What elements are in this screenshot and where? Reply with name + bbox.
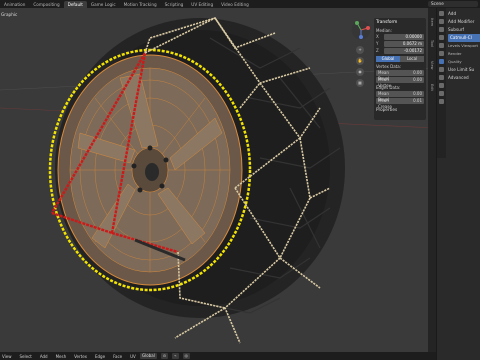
- median-z-field[interactable]: -0.00172: [384, 48, 424, 54]
- sidebar-tab-edit[interactable]: Edit: [430, 84, 434, 91]
- tab-motion-tracking[interactable]: Motion Tracking: [120, 1, 161, 8]
- snap-magnet-icon[interactable]: ⌁: [172, 353, 179, 359]
- menu-add[interactable]: Add: [40, 354, 48, 359]
- y-key: Y: [376, 41, 379, 46]
- pivot-icon[interactable]: ⊙: [160, 353, 169, 359]
- transform-orientation: Global ⊙ ⌁ ◎: [140, 353, 191, 359]
- z-key: Z: [376, 48, 379, 53]
- zoom-icon[interactable]: +: [356, 46, 364, 54]
- x-key: X: [376, 34, 379, 39]
- field-label: Mean Vertex: [378, 77, 391, 88]
- viewport-scene: [0, 16, 436, 344]
- tool-icon[interactable]: [439, 11, 444, 16]
- field-label: Mean Bevel: [378, 91, 390, 102]
- field-label: Mean Bevel: [378, 70, 390, 81]
- panel-header[interactable]: Transform: [376, 20, 424, 26]
- render-levels-field[interactable]: Render: [448, 50, 480, 58]
- transform-panel: Transform Median: X 0.00000 Y 0.0672 m Z…: [374, 18, 426, 120]
- use-limit-surface-checkbox[interactable]: Use Limit Su: [448, 66, 480, 74]
- workspace-tabs-bar: Animation Compositing Default Game Logic…: [0, 0, 480, 8]
- material-icon[interactable]: [439, 99, 444, 104]
- tab-compositing[interactable]: Compositing: [29, 1, 63, 8]
- levels-viewport-field[interactable]: Levels Viewport: [448, 42, 480, 50]
- quality-field[interactable]: Quality: [448, 58, 480, 66]
- data-icon[interactable]: [439, 91, 444, 96]
- constraints-icon[interactable]: [439, 83, 444, 88]
- properties-header[interactable]: Properties: [376, 107, 424, 112]
- advanced-section[interactable]: Advanced: [448, 74, 480, 82]
- tab-game-logic[interactable]: Game Logic: [87, 1, 120, 8]
- vertex-weight-field[interactable]: Mean Vertex 0.00: [376, 77, 424, 88]
- hub-cap: [145, 163, 159, 181]
- proportional-edit-icon[interactable]: ◎: [182, 353, 191, 359]
- sidebar-tab-view[interactable]: View: [430, 61, 434, 70]
- physics-icon[interactable]: [439, 75, 444, 80]
- properties-editor: Add Add Modifier Subsurf Catmull-Cl Leve…: [436, 8, 480, 360]
- menu-select[interactable]: Select: [20, 354, 32, 359]
- field-value: 0.00: [413, 91, 422, 96]
- menu-edge[interactable]: Edge: [95, 354, 105, 359]
- tab-video-editing[interactable]: Video Editing: [217, 1, 253, 8]
- 3d-viewport[interactable]: Graphic + ✋ ◉ ▦ Transform Median: X 0.00…: [0, 8, 436, 352]
- modifier-stack: Add Add Modifier Subsurf Catmull-Cl Leve…: [448, 10, 480, 82]
- pan-hand-icon[interactable]: ✋: [356, 57, 364, 65]
- global-toggle[interactable]: Global: [376, 56, 400, 62]
- median-z-row: Z -0.00172: [376, 48, 424, 54]
- edge-crease-field[interactable]: Mean Crease 0.01: [376, 98, 424, 109]
- view-mode-label: Graphic: [1, 12, 18, 17]
- field-label: Mean Crease: [378, 98, 392, 109]
- tab-default[interactable]: Default: [63, 0, 87, 8]
- sidebar-tab-item[interactable]: Item: [430, 18, 434, 26]
- modifier-wrench-icon[interactable]: [439, 59, 444, 64]
- render-icon[interactable]: [439, 19, 444, 24]
- field-value: 0.01: [413, 98, 422, 103]
- menu-mesh[interactable]: Mesh: [56, 354, 67, 359]
- add-label: Add: [448, 11, 457, 16]
- camera-icon[interactable]: ◉: [356, 68, 364, 76]
- catmull-clark-button[interactable]: Catmull-Cl: [448, 34, 480, 42]
- tab-animation[interactable]: Animation: [0, 1, 29, 8]
- tab-uv-editing[interactable]: UV Editing: [187, 1, 217, 8]
- vertex-bevel-field[interactable]: Mean Bevel 0.00: [376, 70, 424, 81]
- median-y-row: Y 0.0672 m: [376, 41, 424, 47]
- viewport-header-bar: View Select Add Mesh Vertex Edge Face UV…: [0, 352, 436, 360]
- scene-selector[interactable]: Scene: [428, 1, 478, 7]
- edge-data-label: Edges Data:: [376, 85, 401, 90]
- orientation-dropdown[interactable]: Global: [140, 353, 157, 359]
- median-x-row: X 0.00000: [376, 34, 424, 40]
- edge-bevel-field[interactable]: Mean Bevel 0.00: [376, 91, 424, 102]
- world-icon[interactable]: [439, 43, 444, 48]
- output-icon[interactable]: [439, 27, 444, 32]
- add-modifier-dropdown[interactable]: Add Modifier: [448, 18, 480, 26]
- field-value: 0.00: [413, 70, 422, 75]
- menu-vertex[interactable]: Vertex: [74, 354, 87, 359]
- median-x-field[interactable]: 0.00000: [384, 34, 424, 40]
- median-y-field[interactable]: 0.0672 m: [384, 41, 424, 47]
- particles-icon[interactable]: [439, 67, 444, 72]
- space-toggle: Global Local: [376, 56, 424, 62]
- object-icon[interactable]: [439, 51, 444, 56]
- sidebar-tabs: Item Tool View Edit: [428, 8, 436, 352]
- grid-icon[interactable]: ▦: [356, 79, 364, 87]
- scene-icon[interactable]: [439, 35, 444, 40]
- sidebar-tab-tool[interactable]: Tool: [430, 40, 434, 47]
- median-label: Median:: [376, 28, 392, 33]
- local-toggle[interactable]: Local: [400, 56, 424, 62]
- tab-scripting[interactable]: Scripting: [161, 1, 188, 8]
- field-value: 0.00: [413, 77, 422, 82]
- vertex-data-label: Vertex Data:: [376, 64, 402, 69]
- menu-face[interactable]: Face: [113, 354, 122, 359]
- properties-tabs: [437, 8, 446, 158]
- navigation-gizmo-icon[interactable]: [351, 20, 371, 40]
- subsurf-modifier-name[interactable]: Subsurf: [448, 26, 480, 34]
- menu-view[interactable]: View: [2, 354, 12, 359]
- viewport-nav-tools: + ✋ ◉ ▦: [356, 46, 364, 87]
- menu-uv[interactable]: UV: [130, 354, 136, 359]
